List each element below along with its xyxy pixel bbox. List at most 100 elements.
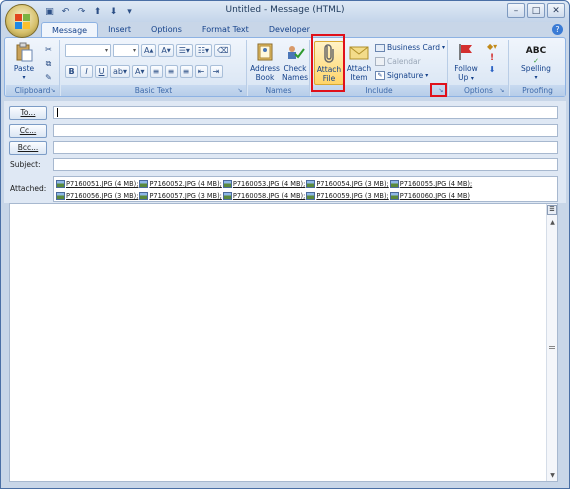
attachment-item[interactable]: P7160056.JPG (3 MB); <box>56 192 138 200</box>
font-name-combo[interactable]: ▾ <box>65 44 111 57</box>
ruler-toggle-icon[interactable]: ☰ <box>547 205 557 215</box>
high-importance-icon[interactable]: ! <box>490 53 494 63</box>
attachment-item[interactable]: P7160058.JPG (4 MB); <box>222 192 305 200</box>
format-painter-icon[interactable]: ✎ <box>42 71 55 84</box>
business-card-button[interactable]: Business Card ▾ <box>375 43 445 52</box>
shrink-font-icon[interactable]: A ▼ <box>158 44 174 57</box>
image-file-icon <box>56 192 65 200</box>
cc-button[interactable]: Cc... <box>9 124 47 138</box>
to-field[interactable] <box>53 106 558 119</box>
attachment-item[interactable]: P7160054.JPG (3 MB); <box>306 180 389 188</box>
numbering-icon[interactable]: ☷▾ <box>194 44 213 57</box>
image-file-icon <box>56 180 65 188</box>
subject-field[interactable] <box>53 158 558 171</box>
increase-indent-icon[interactable]: ⇥ <box>209 65 223 78</box>
title-bar: Untitled - Message (HTML) ▣ ↶ ↷ ⬆ ⬇ ▾ – … <box>1 1 569 22</box>
image-file-icon <box>222 192 232 200</box>
message-header: To... Cc... Bcc... Subject: Attached: P7… <box>4 101 566 203</box>
underline-button[interactable]: U <box>95 65 108 78</box>
bullets-icon[interactable]: ☰▾ <box>175 44 193 57</box>
attachment-item[interactable]: P7160051.JPG (4 MB); <box>56 180 138 188</box>
bcc-field[interactable] <box>53 141 558 154</box>
highlight-icon[interactable]: ab▾ <box>110 65 130 78</box>
up-arrow-icon[interactable]: ⬆ <box>91 5 104 18</box>
image-file-icon <box>389 192 399 200</box>
redo-icon[interactable]: ↷ <box>75 5 88 18</box>
vertical-scrollbar[interactable]: ☰ ▲ ▼ <box>546 204 557 481</box>
check-names-button[interactable]: Check Names <box>279 41 311 85</box>
font-size-combo[interactable]: ▾ <box>113 44 139 57</box>
group-label-basic-text: Basic Text <box>61 85 246 96</box>
attach-file-highlight <box>311 34 345 92</box>
attachment-item[interactable]: P7160060.JPG (4 MB) <box>389 192 470 200</box>
low-importance-icon[interactable]: ⬇ <box>489 65 496 74</box>
customize-qat-icon[interactable]: ▾ <box>123 5 136 18</box>
close-button[interactable]: ✕ <box>547 3 565 18</box>
align-right-icon[interactable]: ≡ <box>179 65 193 78</box>
minimize-button[interactable]: – <box>507 3 525 18</box>
tab-format-text[interactable]: Format Text <box>192 22 259 38</box>
image-file-icon <box>139 180 149 188</box>
include-launcher-highlight <box>430 83 447 97</box>
window-controls: – □ ✕ <box>507 3 565 18</box>
attachment-item[interactable]: P7160055.JPG (4 MB); <box>389 180 472 188</box>
check-names-icon <box>288 46 305 59</box>
envelope-icon <box>349 46 369 60</box>
group-options: Follow Up ▾ ◆▾ ! ⬇ Options ↘ <box>449 40 509 96</box>
italic-button[interactable]: I <box>80 65 93 78</box>
grow-font-icon[interactable]: A ▲ <box>141 44 157 57</box>
clipboard-launcher-icon[interactable]: ↘ <box>49 87 57 95</box>
copy-icon[interactable]: ⧉ <box>42 57 55 70</box>
cc-field[interactable] <box>53 124 558 137</box>
undo-icon[interactable]: ↶ <box>59 5 72 18</box>
decrease-indent-icon[interactable]: ⇤ <box>194 65 208 78</box>
image-file-icon <box>222 180 232 188</box>
categorize-icon[interactable]: ◆▾ <box>487 42 497 51</box>
options-launcher-icon[interactable]: ↘ <box>498 87 506 95</box>
image-file-icon <box>389 180 399 188</box>
maximize-button[interactable]: □ <box>527 3 545 18</box>
quick-access-toolbar: ▣ ↶ ↷ ⬆ ⬇ ▾ <box>43 5 136 18</box>
tab-insert[interactable]: Insert <box>98 22 141 38</box>
office-button[interactable] <box>5 4 39 38</box>
spelling-abc-icon: ABC <box>525 46 547 56</box>
bold-button[interactable]: B <box>65 65 78 78</box>
calendar-icon <box>375 57 385 66</box>
attachment-item[interactable]: P7160057.JPG (3 MB); <box>139 192 222 200</box>
attach-item-button[interactable]: Attach Item <box>345 41 373 85</box>
attachment-item[interactable]: P7160052.JPG (4 MB); <box>139 180 222 188</box>
ribbon-tabs: Message Insert Options Format Text Devel… <box>41 22 320 38</box>
scroll-grip-icon[interactable] <box>549 346 555 349</box>
down-arrow-icon[interactable]: ⬇ <box>107 5 120 18</box>
spelling-button[interactable]: ABC ✓ Spelling ▾ <box>514 41 558 85</box>
message-body[interactable]: ☰ ▲ ▼ <box>9 203 558 482</box>
signature-icon: ✎ <box>375 71 385 80</box>
paste-button[interactable]: Paste ▾ <box>10 41 38 85</box>
scroll-down-icon[interactable]: ▼ <box>548 471 557 480</box>
cut-icon[interactable]: ✂ <box>42 43 55 56</box>
attachment-item[interactable]: P7160053.JPG (4 MB); <box>222 180 305 188</box>
to-button[interactable]: To... <box>9 106 47 120</box>
scroll-up-icon[interactable]: ▲ <box>548 218 557 227</box>
paste-icon <box>16 42 33 62</box>
font-color-icon[interactable]: A▾ <box>132 65 148 78</box>
subject-label: Subject: <box>10 160 41 169</box>
help-icon[interactable]: ? <box>552 24 563 35</box>
tab-options[interactable]: Options <box>141 22 192 38</box>
flag-icon <box>459 44 472 60</box>
calendar-button[interactable]: Calendar <box>375 57 421 66</box>
follow-up-button[interactable]: Follow Up ▾ <box>451 41 481 85</box>
group-basic-text: ▾ ▾ A ▲ A ▼ ☰▾ ☷▾ ⌫ B I U ab▾ A▾ ≡ ≡ ≡ ⇤ ⇥… <box>61 40 247 96</box>
align-left-icon[interactable]: ≡ <box>149 65 163 78</box>
bcc-button[interactable]: Bcc... <box>9 141 47 155</box>
save-icon[interactable]: ▣ <box>43 5 56 18</box>
align-center-icon[interactable]: ≡ <box>164 65 178 78</box>
tab-message[interactable]: Message <box>41 22 99 38</box>
office-logo-icon <box>15 14 31 30</box>
address-book-button[interactable]: Address Book <box>249 41 281 85</box>
basic-text-launcher-icon[interactable]: ↘ <box>236 87 244 95</box>
business-card-icon <box>375 43 385 52</box>
attachment-item[interactable]: P7160059.JPG (3 MB); <box>306 192 389 200</box>
signature-button[interactable]: ✎ Signature ▾ <box>375 71 428 80</box>
clear-format-icon[interactable]: ⌫ <box>214 44 232 57</box>
